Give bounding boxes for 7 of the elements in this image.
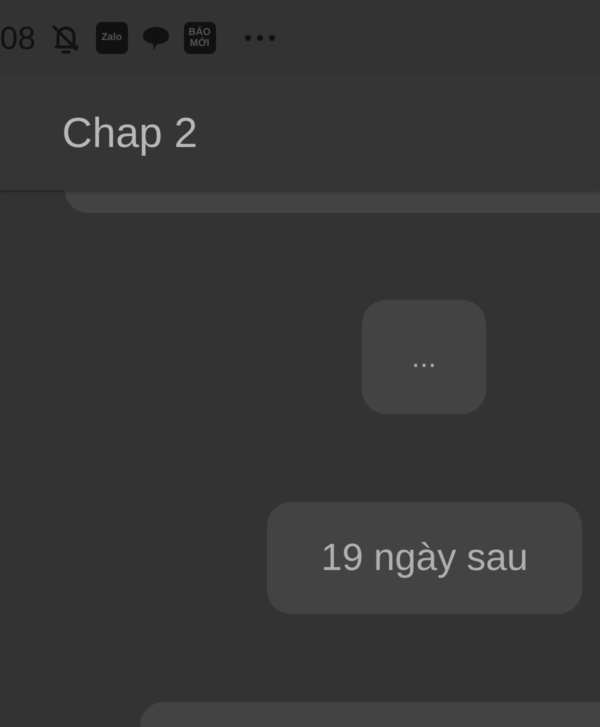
chat-bubble-icon — [142, 24, 170, 50]
header-title: Chap 2 — [62, 108, 198, 158]
app-icon: Zalo — [96, 22, 128, 54]
app-icon: BÁO MỚI — [184, 22, 216, 54]
more-dots-icon — [244, 34, 276, 42]
message-bubble: ... — [362, 300, 486, 414]
message-bubble: 19 ngày sau — [267, 502, 582, 614]
